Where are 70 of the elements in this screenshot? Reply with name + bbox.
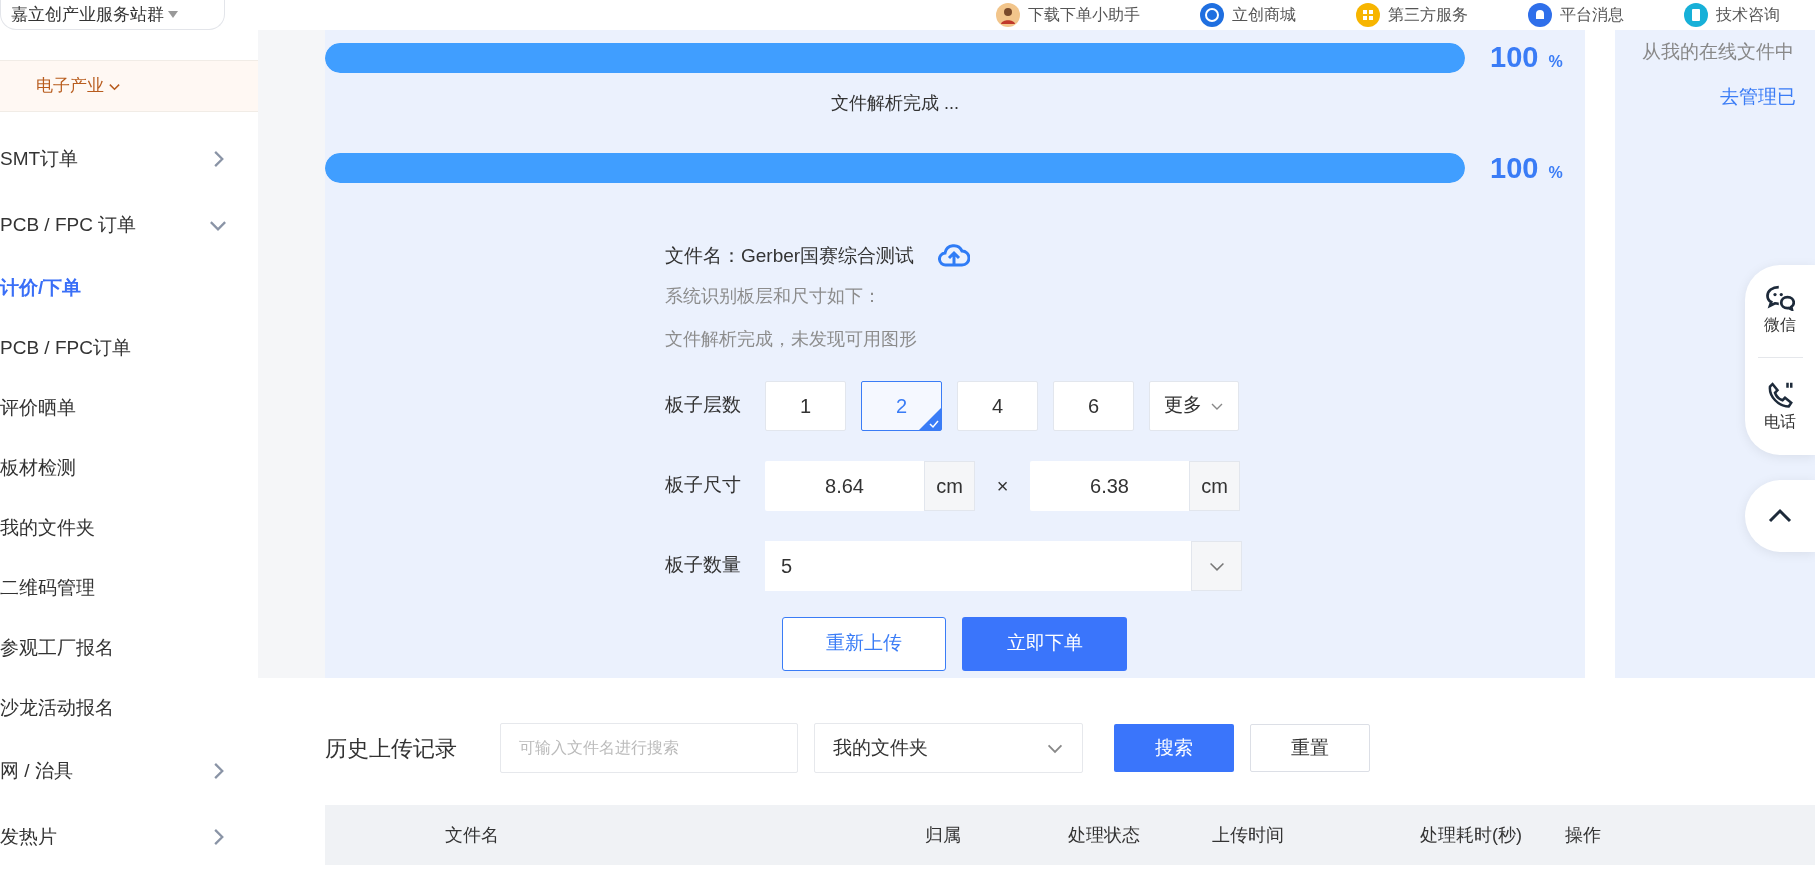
column-header: 归属 [925,823,962,847]
avatar-icon [996,3,1020,27]
reset-button[interactable]: 重置 [1250,724,1370,772]
size-input[interactable]: 8.64 [765,460,924,511]
unit-addon: cm [1189,460,1240,511]
sidebar-item[interactable]: 网 / 治具 [0,756,73,786]
column-header: 上传时间 [1212,823,1285,847]
column-header: 处理耗时(秒) [1420,823,1523,847]
percent-sign: % [1548,52,1563,72]
file-name: Gerber国赛综合测试 [741,244,915,268]
online-files-hint: 从我的在线文件中 [1642,40,1795,64]
wechat-icon[interactable] [1765,283,1795,311]
search-field[interactable]: 可输入文件名进行搜索 [500,723,798,773]
sidebar-item[interactable]: SMT订单 [0,144,79,174]
progress-percent: 100 [1490,150,1539,186]
search-button[interactable]: 搜索 [1114,724,1234,772]
column-header: 操作 [1565,823,1602,847]
sidebar-subitem[interactable]: 二维码管理 [0,558,258,618]
sidebar-subitem[interactable]: 沙龙活动报名 [0,678,258,738]
order-button[interactable]: 立即下单 [962,616,1127,671]
site-switcher[interactable]: 嘉立创产业服务站群 [0,0,225,30]
field-label: 板子尺寸 [665,473,742,498]
float-bar-label[interactable]: 微信 [1764,313,1796,337]
sidebar-subitem[interactable]: 我的文件夹 [0,498,258,558]
sidebar-item[interactable]: PCB / FPC 订单 [0,210,137,240]
column-header: 文件名 [445,823,500,847]
header-link[interactable]: 下载下单小助手 [1028,3,1140,27]
layer-option[interactable]: 4 [957,380,1038,431]
progress-percent: 100 [1490,40,1539,75]
selected-check-icon [919,407,941,430]
file-name-label: 文件名： [665,244,741,268]
parse-status: 文件解析完成 ... [830,91,960,115]
layer-option[interactable]: 1 [765,380,846,431]
section-title: 历史上传记录 [325,734,458,763]
field-label: 板子层数 [665,393,742,418]
category-selector[interactable]: 电子产业 [0,60,258,112]
bell-icon [1528,3,1552,27]
layer-option[interactable]: 2 [861,380,942,431]
reupload-button[interactable]: 重新上传 [782,616,946,671]
sidebar-subitem[interactable]: 参观工厂报名 [0,618,258,678]
dropdown-toggle-icon[interactable] [1191,540,1242,591]
document-icon [1684,3,1708,27]
sidebar-subitem[interactable]: PCB / FPC订单 [0,318,258,378]
sidebar-subitem[interactable]: 板材检测 [0,438,258,498]
recognition-hint: 系统识别板层和尺寸如下： [665,284,882,308]
parse-result: 文件解析完成，未发现可用图形 [665,327,918,351]
grid-icon [1356,3,1380,27]
column-header: 处理状态 [1068,823,1141,847]
header-link[interactable]: 平台消息 [1560,3,1624,27]
times-sign: × [995,473,1010,499]
float-bar-label[interactable]: 电话 [1764,410,1796,434]
category-label[interactable]: 电子产业 [36,73,104,99]
header-link[interactable]: 技术咨询 [1716,3,1780,27]
header-link[interactable]: 立创商城 [1232,3,1296,27]
more-layers-dropdown[interactable]: 更多 [1149,380,1239,431]
sidebar-item[interactable]: 发热片 [0,822,57,852]
layer-option[interactable]: 6 [1053,380,1134,431]
caret-icon [168,10,178,19]
folder-select[interactable]: 我的文件夹 [814,723,1083,773]
unit-addon: cm [924,460,975,511]
cloud-upload-icon[interactable] [938,243,971,270]
sidebar-subitem[interactable]: 评价晒单 [0,378,258,438]
percent-sign: % [1548,162,1563,183]
chevron-up-icon [1768,508,1792,524]
mall-icon [1200,3,1224,27]
sidebar-subitem[interactable]: 计价/下单 [0,258,258,318]
size-input[interactable]: 6.38 [1030,460,1189,511]
header-link[interactable]: 第三方服务 [1388,3,1468,27]
site-switcher-label[interactable]: 嘉立创产业服务站群 [11,1,164,28]
field-label: 板子数量 [665,553,742,578]
